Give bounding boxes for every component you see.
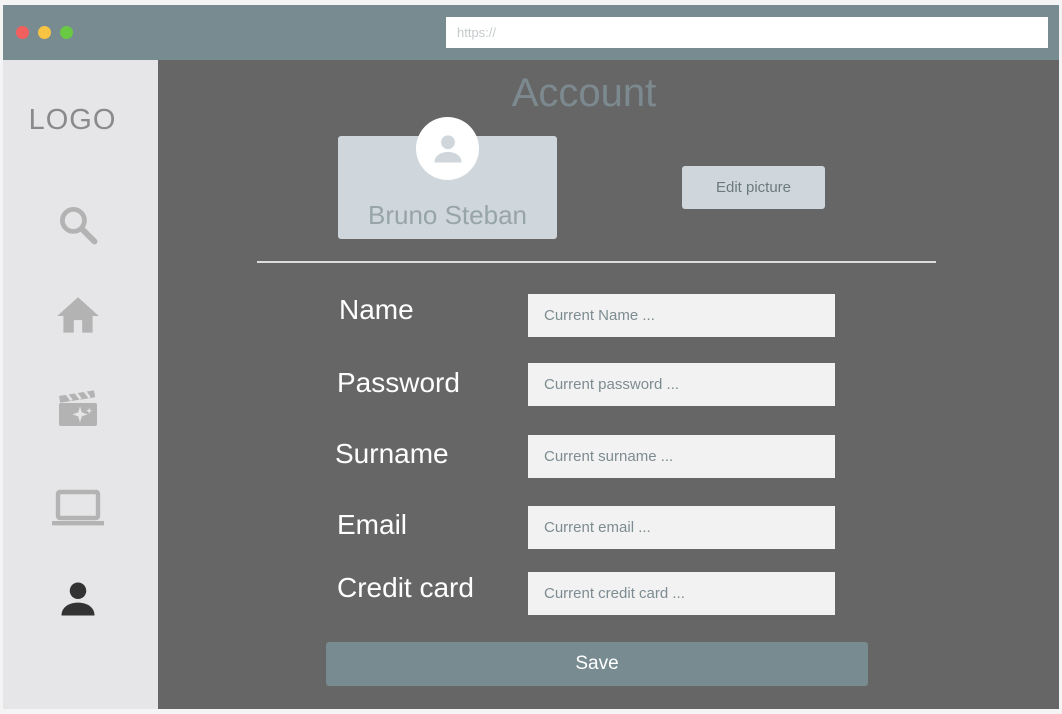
movie-icon	[58, 389, 97, 426]
credit-card-field[interactable]	[528, 572, 835, 615]
search-icon	[59, 207, 97, 245]
name-label: Name	[339, 294, 414, 325]
sidebar: LOGO	[3, 60, 158, 709]
close-window-button[interactable]	[16, 26, 29, 39]
surname-label: Surname	[335, 438, 449, 469]
divider	[257, 261, 936, 263]
laptop-icon	[51, 489, 104, 526]
page-title: Account	[511, 71, 657, 115]
password-field[interactable]	[528, 363, 835, 406]
email-field[interactable]	[528, 506, 835, 549]
credit-card-label: Credit card	[337, 572, 474, 603]
sidebar-item-search[interactable]	[3, 195, 155, 255]
maximize-window-button[interactable]	[60, 26, 73, 39]
sidebar-item-home[interactable]	[3, 286, 155, 346]
url-text: https://	[457, 25, 497, 40]
sidebar-item-movies[interactable]	[3, 378, 155, 438]
user-icon	[61, 582, 94, 616]
profile-name: Bruno Steban	[367, 200, 527, 230]
name-field[interactable]	[528, 294, 835, 337]
surname-field[interactable]	[528, 435, 835, 478]
edit-picture-button[interactable]: Edit picture	[682, 166, 825, 209]
url-bar[interactable]: https://	[446, 17, 1048, 48]
home-icon	[56, 297, 99, 333]
password-label: Password	[337, 367, 460, 398]
avatar	[416, 117, 479, 180]
save-button[interactable]: Save	[326, 642, 868, 686]
sidebar-item-computer[interactable]	[3, 478, 155, 538]
sidebar-item-account[interactable]	[3, 569, 155, 629]
browser-titlebar: https://	[3, 5, 1059, 60]
logo: LOGO	[28, 104, 117, 136]
minimize-window-button[interactable]	[38, 26, 51, 39]
email-label: Email	[337, 509, 408, 540]
user-avatar-icon	[434, 134, 461, 162]
browser-window: https:// LOGO Account Bruno Steban Edit …	[3, 5, 1059, 709]
